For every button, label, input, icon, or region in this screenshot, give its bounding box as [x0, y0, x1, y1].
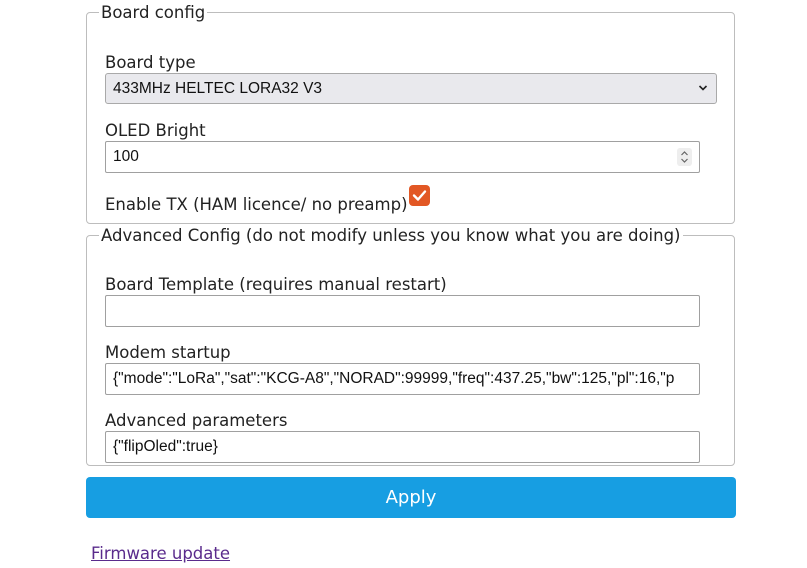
advanced-params-label: Advanced parameters: [105, 411, 288, 430]
checkmark-icon: [412, 190, 427, 201]
oled-bright-label: OLED Bright: [105, 121, 206, 140]
advanced-params-value: {"flipOled":true}: [113, 438, 218, 455]
apply-button[interactable]: Apply: [86, 477, 736, 518]
oled-bright-value: 100: [113, 148, 139, 165]
board-type-select[interactable]: 433MHz HELTEC LORA32 V3: [105, 73, 717, 104]
board-type-value: 433MHz HELTEC LORA32 V3: [113, 79, 323, 97]
advanced-params-input[interactable]: {"flipOled":true}: [105, 431, 700, 463]
board-template-input[interactable]: [105, 295, 700, 327]
board-template-label: Board Template (requires manual restart): [105, 275, 447, 294]
spinner-icon[interactable]: [677, 148, 692, 166]
chevron-down-icon: [698, 85, 708, 91]
oled-bright-input[interactable]: 100: [105, 141, 700, 173]
board-config-fieldset: Board config Board type 433MHz HELTEC LO…: [86, 3, 735, 224]
board-config-legend: Board config: [101, 3, 206, 22]
board-type-label: Board type: [105, 53, 196, 72]
modem-startup-input[interactable]: {"mode":"LoRa","sat":"KCG-A8","NORAD":99…: [105, 363, 700, 395]
enable-tx-label: Enable TX (HAM licence/ no preamp): [105, 195, 408, 214]
modem-startup-label: Modem startup: [105, 343, 231, 362]
advanced-config-legend: Advanced Config (do not modify unless yo…: [101, 226, 681, 245]
firmware-update-link[interactable]: Firmware update: [91, 544, 230, 563]
advanced-config-fieldset: Advanced Config (do not modify unless yo…: [86, 226, 735, 466]
enable-tx-checkbox[interactable]: [409, 185, 430, 206]
modem-startup-value: {"mode":"LoRa","sat":"KCG-A8","NORAD":99…: [113, 370, 675, 387]
